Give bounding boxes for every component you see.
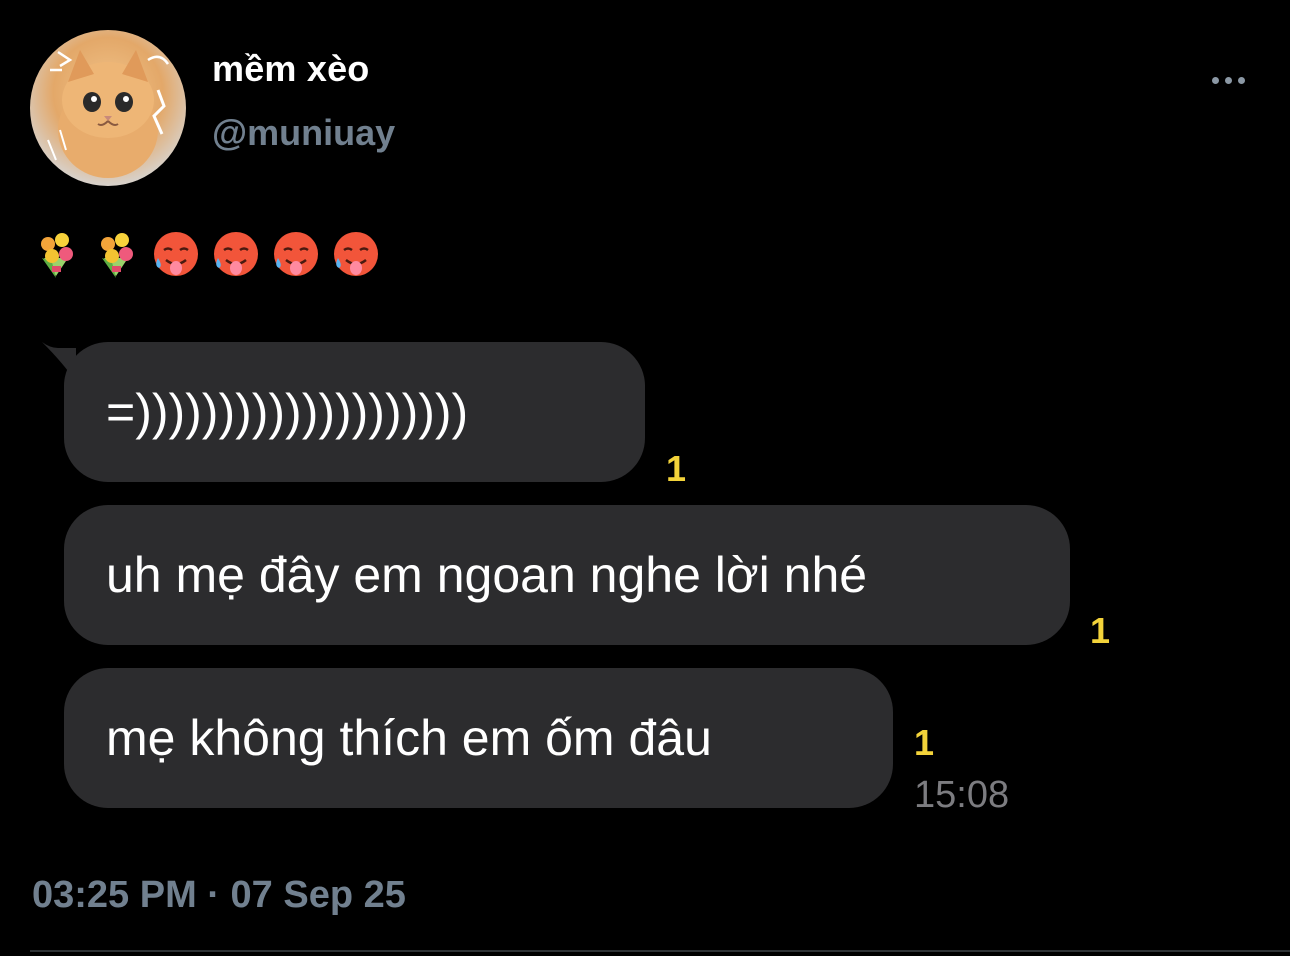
divider bbox=[30, 950, 1290, 952]
unread-count: 1 bbox=[914, 722, 935, 763]
display-name[interactable]: mềm xèo bbox=[212, 48, 369, 90]
bouquet-icon bbox=[101, 233, 133, 278]
hot-face-icon bbox=[154, 232, 198, 276]
tweet-timestamp[interactable]: 03:25 PM · 07 Sep 25 bbox=[32, 874, 406, 917]
message-time: 15:08 bbox=[914, 774, 1010, 816]
cat-avatar-image bbox=[47, 50, 170, 178]
more-options-icon[interactable] bbox=[1200, 62, 1256, 98]
avatar[interactable] bbox=[30, 30, 186, 186]
unread-count: 1 bbox=[1090, 610, 1111, 651]
message-text: =)))))))))))))))))))) bbox=[106, 384, 469, 440]
user-handle[interactable]: @muniuay bbox=[212, 112, 395, 154]
hot-face-icon bbox=[334, 232, 378, 276]
bouquet-icon bbox=[41, 233, 73, 278]
message-text: mẹ không thích em ốm đâu bbox=[106, 710, 712, 766]
hot-face-icon bbox=[274, 232, 318, 276]
unread-count: 1 bbox=[666, 448, 687, 489]
chat-bubble: =)))))))))))))))))))) bbox=[64, 342, 645, 482]
tweet-text-emoji bbox=[30, 228, 382, 280]
chat-bubble: mẹ không thích em ốm đâu bbox=[64, 668, 893, 808]
chat-bubble: uh mẹ đây em ngoan nghe lời nhé bbox=[64, 505, 1070, 645]
message-text: uh mẹ đây em ngoan nghe lời nhé bbox=[106, 547, 868, 603]
hot-face-icon bbox=[214, 232, 258, 276]
